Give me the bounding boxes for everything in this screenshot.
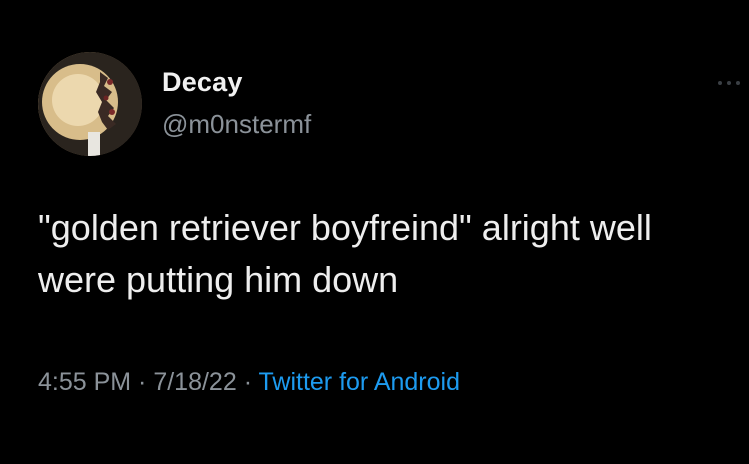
tweet-source-link[interactable]: Twitter for Android [259, 368, 460, 396]
avatar-image [38, 52, 142, 156]
avatar[interactable] [38, 52, 142, 156]
tweet-date[interactable]: 7/18/22 [153, 368, 236, 396]
author-display-name[interactable]: Decay [162, 66, 311, 98]
tweet-text: "golden retriever boyfreind" alright wel… [38, 207, 662, 300]
meta-separator-2: · [236, 368, 259, 396]
tweet-time[interactable]: 4:55 PM [38, 368, 131, 396]
more-dots-icon[interactable] [716, 78, 742, 88]
tweet-card: Decay @m0nstermf "golden retriever boyfr… [0, 0, 749, 464]
author-handle[interactable]: @m0nstermf [162, 108, 311, 140]
meta-separator: · [131, 368, 154, 396]
author-info: Decay @m0nstermf [162, 66, 311, 140]
tweet-metadata: 4:55 PM · 7/18/22 · Twitter for Android [38, 364, 460, 400]
